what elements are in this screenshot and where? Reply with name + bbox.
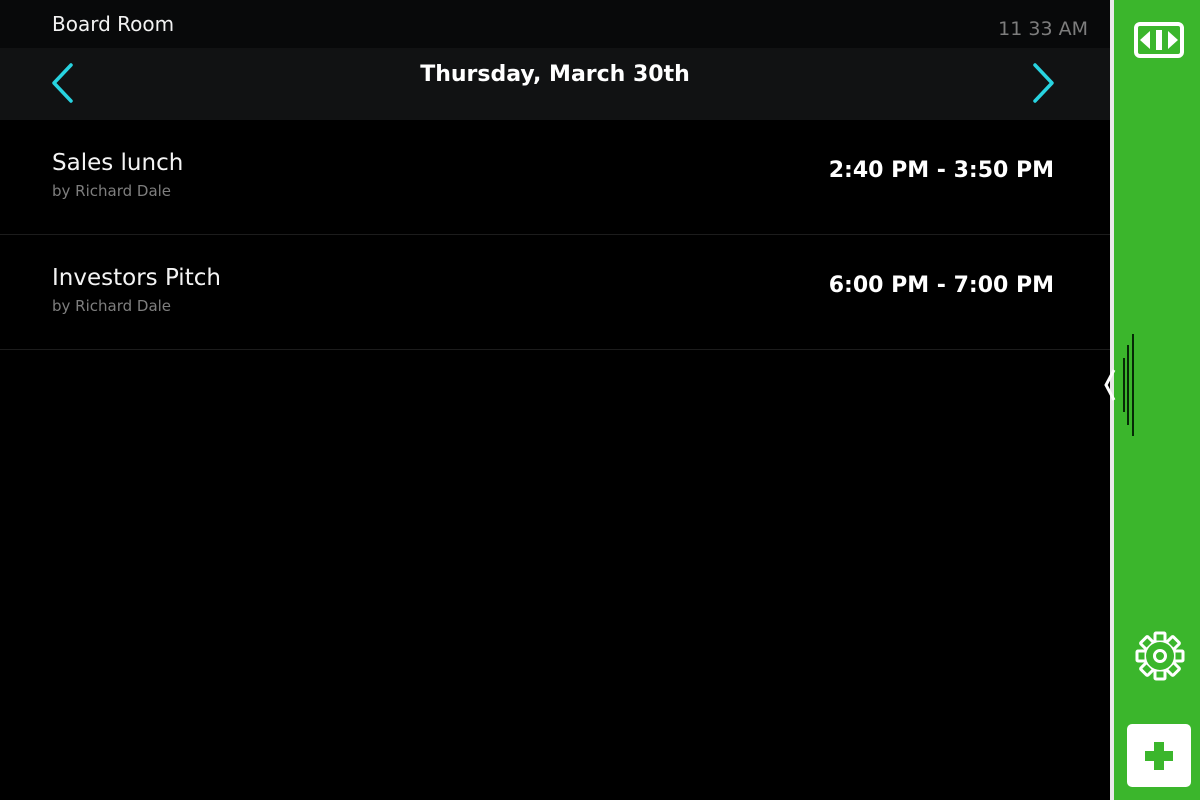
panel-collapse-handle-icon[interactable] xyxy=(1102,330,1152,440)
main-panel: Board Room 11 33 AM Thursday, March 30th… xyxy=(0,0,1110,800)
date-title: Thursday, March 30th xyxy=(420,62,690,87)
top-bar: Board Room 11 33 AM xyxy=(0,0,1110,48)
event-organizer: by Richard Dale xyxy=(52,297,172,315)
event-time: 6:00 PM - 7:00 PM xyxy=(828,273,1054,298)
chevron-right-icon xyxy=(1033,63,1054,103)
room-switch-logo-icon[interactable] xyxy=(1134,20,1184,60)
gear-icon[interactable] xyxy=(1134,630,1186,682)
clock: 11 33 AM xyxy=(998,18,1088,40)
date-navigation: Thursday, March 30th xyxy=(0,48,1110,120)
event-title: Investors Pitch xyxy=(52,265,221,291)
room-name: Board Room xyxy=(52,12,175,36)
add-booking-button[interactable] xyxy=(1127,724,1191,787)
event-list: Sales lunch by Richard Dale 2:40 PM - 3:… xyxy=(0,120,1110,350)
event-time: 2:40 PM - 3:50 PM xyxy=(828,158,1054,183)
event-item[interactable]: Investors Pitch by Richard Dale 6:00 PM … xyxy=(0,235,1110,350)
event-item[interactable]: Sales lunch by Richard Dale 2:40 PM - 3:… xyxy=(0,120,1110,235)
plus-icon xyxy=(1145,742,1173,770)
event-title: Sales lunch xyxy=(52,150,184,176)
next-day-button[interactable] xyxy=(1022,62,1062,104)
event-organizer: by Richard Dale xyxy=(52,182,172,200)
sidebar xyxy=(1104,0,1200,800)
